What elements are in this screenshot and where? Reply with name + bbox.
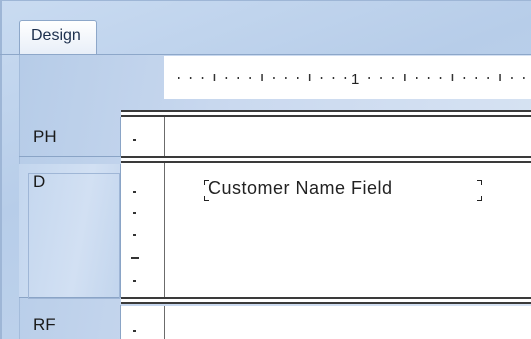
ruler-tick — [201, 77, 204, 79]
field-selection-corner — [477, 180, 482, 185]
ruler-tick — [308, 74, 311, 81]
ruler-mark-label: 1 — [351, 71, 359, 88]
report-footer-band-surface[interactable] — [164, 306, 531, 339]
vertical-ruler-tick — [133, 139, 136, 141]
band-separator[interactable] — [121, 156, 531, 163]
ruler-tick — [237, 77, 239, 79]
ruler-tick — [320, 77, 323, 79]
ruler-tick — [392, 77, 394, 79]
vertical-ruler-report-footer — [121, 306, 164, 339]
ruler-tick — [273, 77, 275, 79]
ruler-tick — [178, 77, 180, 79]
ruler-tick — [451, 74, 454, 81]
ruler-tick — [297, 77, 299, 79]
page-header-band-surface[interactable] — [164, 117, 531, 158]
ruler-tick — [261, 74, 263, 81]
report-designer-window: Design 1 PH D RF Customer Name Field — [0, 0, 531, 339]
ruler-tick — [285, 77, 287, 79]
vertical-ruler-tick — [133, 280, 136, 282]
vertical-ruler-detail — [121, 163, 164, 299]
band-label-report-footer[interactable]: RF — [19, 305, 121, 339]
detail-band-frame — [28, 173, 120, 299]
ruler-tick — [380, 77, 382, 79]
ruler-tick — [416, 77, 418, 79]
ruler-tick — [344, 77, 347, 79]
horizontal-ruler: 1 — [164, 56, 531, 99]
ruler-tick — [511, 77, 513, 79]
ruler-ticks: 1 — [178, 71, 525, 88]
ruler-tick — [463, 77, 466, 79]
window-border — [0, 0, 531, 1]
vertical-ruler-tick — [133, 212, 136, 214]
vertical-ruler-tick — [131, 257, 139, 259]
ruler-tick — [213, 74, 216, 81]
ruler-tick — [225, 77, 228, 79]
ruler-tick — [487, 77, 489, 79]
customer-name-field[interactable]: Customer Name Field — [208, 178, 393, 199]
ruler-tick — [368, 77, 370, 79]
band-separator[interactable] — [121, 297, 531, 304]
ruler-tick — [332, 77, 335, 79]
vertical-ruler-tick — [133, 191, 136, 193]
window-border — [0, 0, 2, 339]
ruler-tick — [439, 77, 442, 79]
field-selection-corner — [477, 196, 482, 201]
ruler-tick — [189, 77, 192, 79]
ruler-tick — [427, 77, 430, 79]
vertical-ruler-page-header — [121, 117, 164, 158]
ruler-tick — [249, 77, 251, 79]
band-separator[interactable] — [121, 110, 531, 117]
ruler-tick — [404, 74, 406, 81]
tab-design[interactable]: Design — [19, 20, 97, 55]
ruler-tick — [523, 77, 525, 79]
band-label-page-header[interactable]: PH — [19, 117, 121, 157]
vertical-ruler-tick — [133, 330, 136, 332]
vertical-ruler-tick — [133, 234, 136, 236]
ruler-tick — [475, 77, 477, 79]
ruler-tick — [499, 74, 501, 81]
